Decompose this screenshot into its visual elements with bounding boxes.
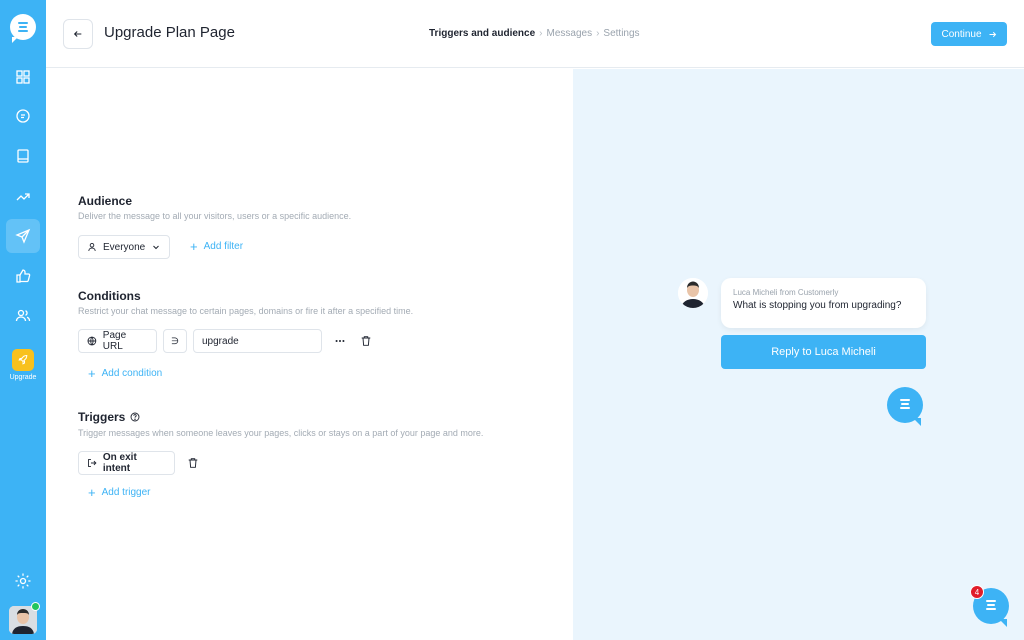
book-icon xyxy=(17,149,29,163)
sidebar: Upgrade xyxy=(0,0,46,640)
conditions-title: Conditions xyxy=(78,289,141,303)
arrow-left-icon xyxy=(73,31,82,37)
condition-operator: ∋ xyxy=(171,335,179,346)
back-button[interactable] xyxy=(63,19,93,49)
sidebar-item-upgrade[interactable]: Upgrade xyxy=(4,348,42,388)
delete-trigger-trash-icon[interactable] xyxy=(186,456,200,470)
online-status-dot xyxy=(31,602,40,611)
breadcrumb-steps: Triggers and audience › Messages › Setti… xyxy=(429,28,640,39)
help-circle-icon[interactable] xyxy=(130,412,140,422)
trend-icon xyxy=(16,193,30,201)
condition-field-select[interactable]: Page URL xyxy=(78,329,157,353)
chevron-down-icon xyxy=(153,245,160,250)
add-filter-label: Add filter xyxy=(203,241,244,252)
delete-condition-trash-icon[interactable] xyxy=(359,334,373,348)
add-condition-button[interactable]: + Add condition xyxy=(88,365,163,381)
message-text: What is stopping you from upgrading? xyxy=(733,300,902,311)
settings-panel: Audience Deliver the message to all your… xyxy=(46,69,573,640)
add-filter-button[interactable]: + Add filter xyxy=(190,238,244,254)
exit-icon xyxy=(88,459,97,467)
arrow-right-icon xyxy=(989,31,996,37)
condition-value: upgrade xyxy=(202,335,239,347)
chat-launcher-preview-icon[interactable] xyxy=(887,387,923,426)
condition-field: Page URL xyxy=(102,330,127,352)
plus-icon: + xyxy=(190,238,198,254)
chat-bubble: Luca Micheli from Customerly What is sto… xyxy=(721,278,926,328)
sidebar-item-reports[interactable] xyxy=(6,179,40,213)
globe-icon xyxy=(87,336,97,346)
chevron-right-icon: › xyxy=(596,28,600,39)
user-icon xyxy=(88,242,96,252)
triggers-title: Triggers xyxy=(78,410,126,424)
chat-icon xyxy=(16,109,30,123)
upgrade-label: Upgrade xyxy=(9,374,37,381)
notification-badge: 4 xyxy=(970,585,984,599)
continue-label: Continue xyxy=(941,28,982,40)
users-icon xyxy=(15,309,31,322)
audience-title: Audience xyxy=(78,194,133,208)
page-title: Upgrade Plan Page xyxy=(104,24,235,41)
header: Upgrade Plan Page Triggers and audience … xyxy=(46,0,1024,68)
sidebar-item-contacts[interactable] xyxy=(6,298,40,332)
add-trigger-label: Add trigger xyxy=(101,487,151,498)
chevron-right-icon: › xyxy=(539,28,543,39)
plus-icon: + xyxy=(88,365,96,381)
message-preview: Luca Micheli from Customerly What is sto… xyxy=(573,69,1024,640)
sidebar-item-conversations[interactable] xyxy=(6,99,40,133)
thumbs-up-icon xyxy=(16,269,31,283)
sidebar-item-outbound[interactable] xyxy=(6,219,40,253)
continue-button[interactable]: Continue xyxy=(931,22,1007,46)
more-options-icon[interactable] xyxy=(333,334,347,348)
condition-operator-select[interactable]: ∋ xyxy=(163,329,187,353)
plus-icon: + xyxy=(88,484,96,500)
step-settings[interactable]: Settings xyxy=(603,28,639,39)
sidebar-item-feedback[interactable] xyxy=(6,259,40,293)
agent-avatar xyxy=(678,278,708,308)
rocket-icon xyxy=(12,349,34,371)
sidebar-item-dashboard[interactable] xyxy=(6,60,40,94)
triggers-description: Trigger messages when someone leaves you… xyxy=(78,428,484,438)
add-condition-label: Add condition xyxy=(101,368,163,379)
trigger-value: On exit intent xyxy=(102,452,137,474)
conditions-description: Restrict your chat message to certain pa… xyxy=(78,306,414,316)
audience-selected: Everyone xyxy=(103,241,146,253)
message-sender: Luca Micheli from Customerly xyxy=(733,288,839,297)
reply-button[interactable]: Reply to Luca Micheli xyxy=(721,335,926,369)
audience-description: Deliver the message to all your visitors… xyxy=(78,211,352,221)
add-trigger-button[interactable]: + Add trigger xyxy=(88,484,151,500)
send-icon xyxy=(15,228,31,244)
customerly-logo-icon[interactable] xyxy=(10,14,36,43)
grid-icon xyxy=(16,70,30,84)
gear-icon[interactable] xyxy=(14,572,32,590)
step-triggers-and-audience[interactable]: Triggers and audience xyxy=(429,28,535,39)
trigger-select[interactable]: On exit intent xyxy=(78,451,175,475)
condition-value-input[interactable]: upgrade xyxy=(193,329,322,353)
step-messages[interactable]: Messages xyxy=(547,28,593,39)
audience-select[interactable]: Everyone xyxy=(78,235,171,259)
sidebar-item-knowledge-base[interactable] xyxy=(6,139,40,173)
triggers-title-row: Triggers xyxy=(78,410,140,424)
